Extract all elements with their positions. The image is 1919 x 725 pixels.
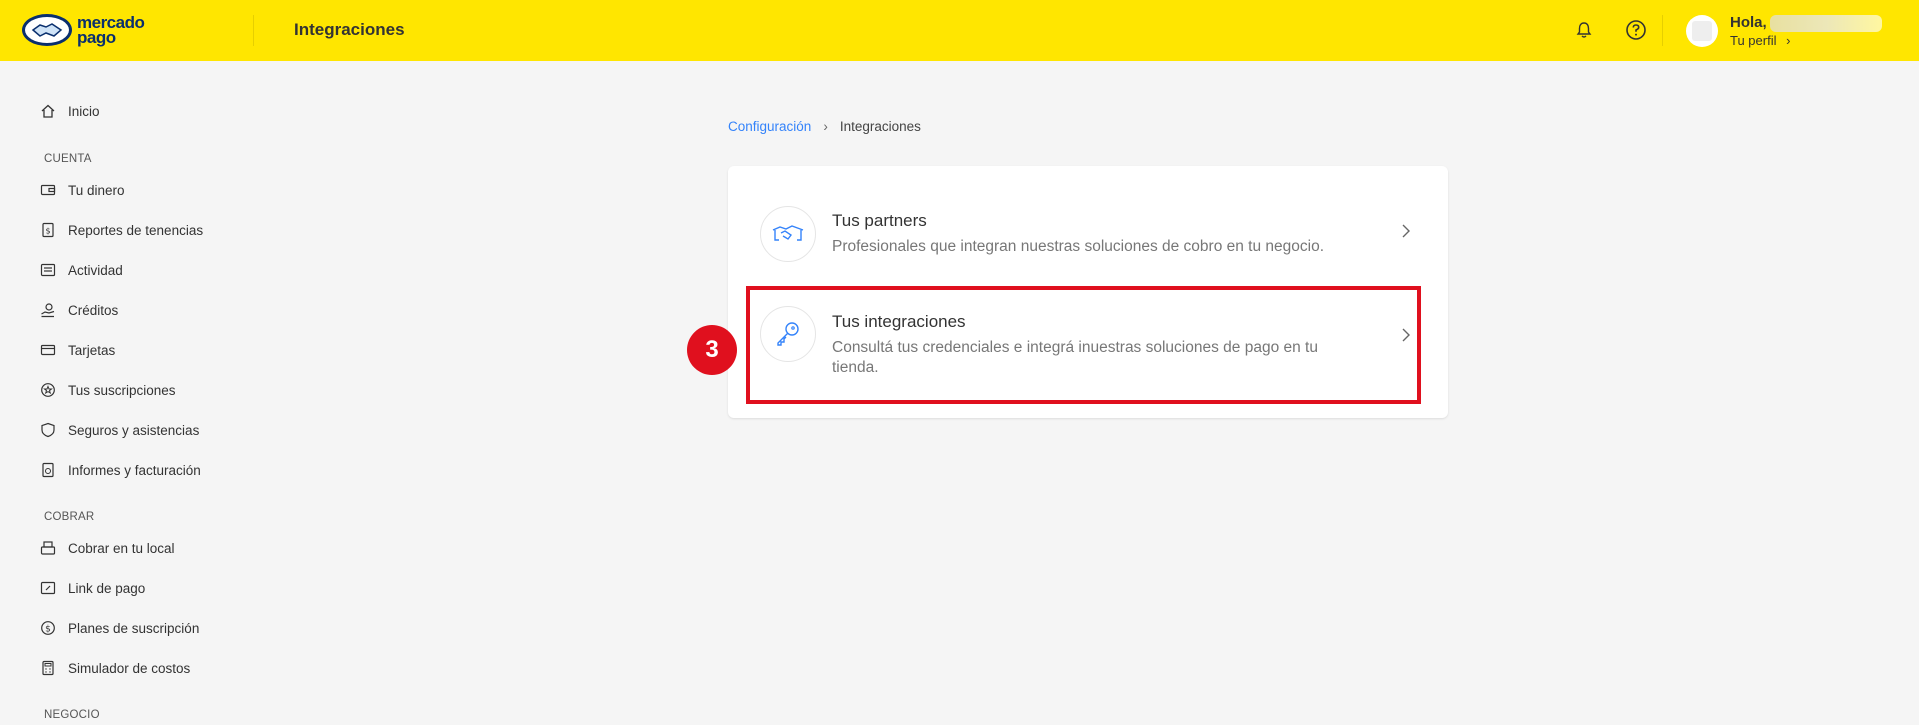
mercado-pago-logo[interactable]: mercado pago (22, 11, 157, 49)
home-icon (40, 103, 56, 119)
avatar[interactable] (1686, 15, 1718, 47)
chevron-right-icon (1400, 223, 1412, 239)
sidebar-item-label: Seguros y asistencias (68, 422, 200, 438)
sidebar-item-label: Tu dinero (68, 182, 125, 198)
sidebar-item-label: Inicio (68, 103, 100, 119)
section-negocio: NEGOCIO (44, 709, 100, 721)
breadcrumb-configuracion[interactable]: Configuración (728, 119, 811, 134)
tus-partners-row[interactable]: Tus partners Profesionales que integran … (728, 166, 1448, 262)
sidebar-item-actividad[interactable]: Actividad (40, 258, 123, 282)
calculator-icon (40, 660, 56, 676)
header-divider (253, 15, 254, 46)
sidebar-item-label: Reportes de tenencias (68, 222, 204, 238)
register-icon (40, 540, 56, 556)
coin-icon: $ (40, 620, 56, 636)
sidebar-item-label: Tus suscripciones (68, 382, 176, 398)
greeting: Hola, (1730, 14, 1767, 31)
sidebar-item-label: Actividad (68, 262, 123, 278)
sidebar-item-label: Cobrar en tu local (68, 540, 175, 556)
tus-integraciones-row[interactable]: Tus integraciones Consultá tus credencia… (728, 286, 1448, 396)
sidebar-item-tarjetas[interactable]: Tarjetas (40, 338, 115, 362)
sidebar-item-tu-dinero[interactable]: Tu dinero (40, 178, 125, 202)
svg-text:$: $ (45, 625, 51, 635)
breadcrumb: Configuración › Integraciones (728, 119, 921, 134)
svg-text:$: $ (45, 227, 50, 236)
chevron-right-icon (1400, 327, 1412, 343)
link-icon (40, 580, 56, 596)
key-icon (760, 306, 816, 362)
activity-icon (40, 262, 56, 278)
sidebar-item-label: Simulador de costos (68, 660, 191, 676)
section-cuenta: CUENTA (44, 153, 92, 165)
sidebar-item-simulador[interactable]: Simulador de costos (40, 656, 190, 680)
star-badge-icon (40, 382, 56, 398)
breadcrumb-current: Integraciones (839, 119, 921, 134)
wallet-icon (40, 182, 56, 198)
sidebar-item-label: Tarjetas (68, 342, 116, 358)
sidebar-item-creditos[interactable]: Créditos (40, 298, 118, 322)
help-icon[interactable] (1624, 18, 1648, 42)
shield-icon (40, 422, 56, 438)
card-title: Tus integraciones (832, 312, 966, 331)
logo-text: mercado pago (77, 13, 145, 47)
card-description: Consultá tus credenciales e integrá inue… (832, 339, 1318, 376)
chevron-right-icon: › (1786, 33, 1791, 48)
blurred-user-name (1770, 15, 1882, 32)
card-description: Profesionales que integran nuestras solu… (832, 238, 1325, 255)
sidebar-item-label: Link de pago (68, 580, 146, 596)
sidebar-item-reportes[interactable]: $ Reportes de tenencias (40, 218, 203, 242)
document-dollar-icon: $ (40, 222, 56, 238)
sidebar-item-suscripciones[interactable]: Tus suscripciones (40, 378, 176, 402)
step-badge: 3 (687, 325, 737, 375)
sidebar-item-inicio[interactable]: Inicio (40, 99, 100, 123)
invoice-icon (40, 462, 56, 478)
sidebar-item-seguros[interactable]: Seguros y asistencias (40, 418, 199, 442)
top-header: mercado pago Integraciones Hola, Tu perf… (0, 0, 1919, 61)
card-title: Tus partners (832, 211, 927, 230)
sidebar-item-link-de-pago[interactable]: Link de pago (40, 576, 145, 600)
credit-hand-icon (40, 302, 56, 318)
profile-link[interactable]: Tu perfil › (1730, 33, 1790, 48)
bell-icon[interactable] (1572, 18, 1596, 42)
integrations-card: Tus partners Profesionales que integran … (728, 166, 1448, 418)
card-icon (40, 342, 56, 358)
sidebar-item-cobrar-local[interactable]: Cobrar en tu local (40, 536, 175, 560)
page-title: Integraciones (294, 20, 405, 39)
handshake-icon (760, 206, 816, 262)
sidebar-item-label: Informes y facturación (68, 462, 201, 478)
sidebar-item-label: Créditos (68, 302, 119, 318)
section-cobrar: COBRAR (44, 511, 95, 523)
handshake-logo-icon (22, 14, 72, 46)
header-divider (1662, 15, 1663, 46)
sidebar-item-label: Planes de suscripción (68, 620, 200, 636)
sidebar-item-informes[interactable]: Informes y facturación (40, 458, 201, 482)
sidebar-item-planes[interactable]: $ Planes de suscripción (40, 616, 199, 640)
chevron-right-icon: › (823, 119, 828, 134)
